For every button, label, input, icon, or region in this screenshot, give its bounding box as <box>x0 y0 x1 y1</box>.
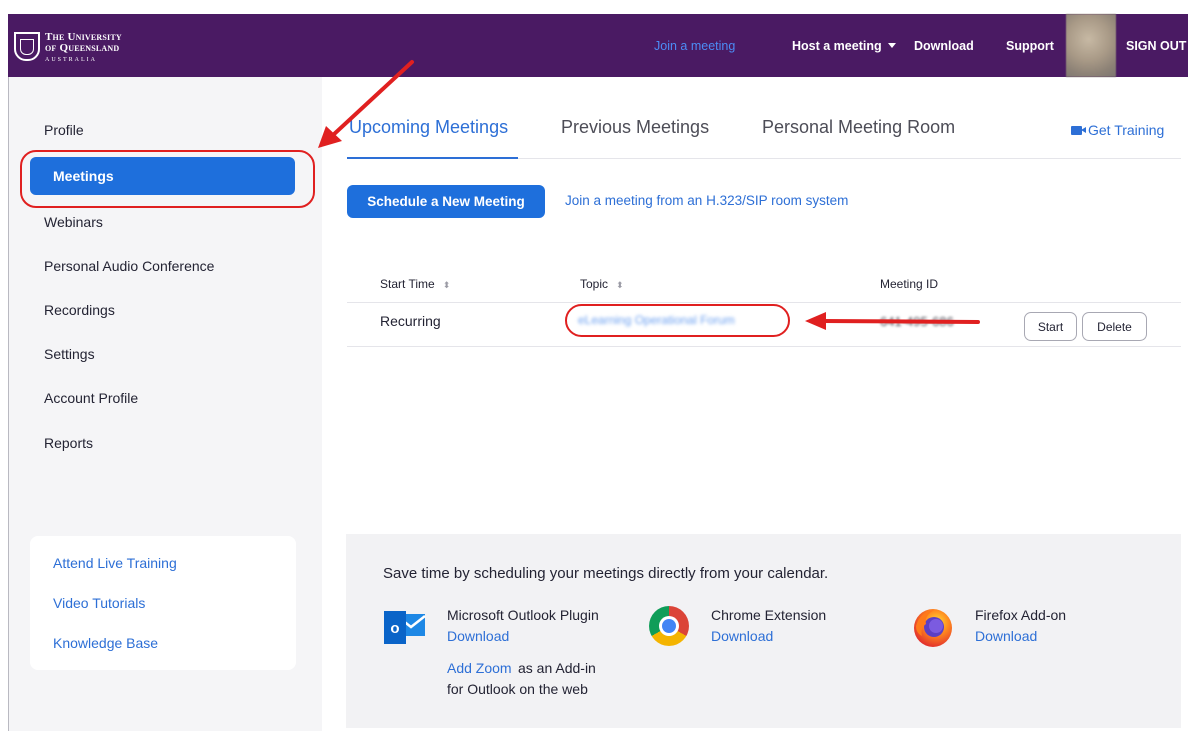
nav-download[interactable]: Download <box>914 14 974 77</box>
sidebar-item-recordings[interactable]: Recordings <box>44 302 115 318</box>
sort-icon: ⬍ <box>442 280 451 290</box>
outlook-icon: o <box>384 611 426 644</box>
chrome-icon <box>649 606 689 646</box>
banner-title: Save time by scheduling your meetings di… <box>383 565 829 582</box>
crest-icon <box>14 32 40 61</box>
sidebar-item-reports[interactable]: Reports <box>44 435 93 451</box>
top-bar: The University of Queensland AUSTRALIA J… <box>8 14 1188 77</box>
add-zoom-text: as an Add-in <box>518 660 596 676</box>
tab-upcoming-meetings[interactable]: Upcoming Meetings <box>349 117 508 138</box>
outlook-plugin-download-link[interactable]: Download <box>447 628 509 644</box>
schedule-new-meeting-button[interactable]: Schedule a New Meeting <box>347 185 545 218</box>
sidebar-border <box>8 77 9 731</box>
outlook-plugin-name: Microsoft Outlook Plugin <box>447 607 599 623</box>
sort-icon: ⬍ <box>616 280 624 290</box>
start-meeting-button[interactable]: Start <box>1024 312 1077 341</box>
sign-out-link[interactable]: SIGN OUT <box>1126 14 1186 77</box>
sidebar-item-webinars[interactable]: Webinars <box>44 214 103 230</box>
active-tab-indicator <box>347 157 518 159</box>
chrome-extension-download-link[interactable]: Download <box>711 628 773 644</box>
get-training-label: Get Training <box>1088 122 1165 138</box>
column-header-label: Start Time <box>380 277 435 291</box>
annotation-circle-meetings <box>20 150 315 208</box>
column-header-meeting-id: Meeting ID <box>880 277 939 291</box>
avatar[interactable] <box>1066 14 1116 77</box>
add-zoom-text-2: for Outlook on the web <box>447 681 588 697</box>
nav-host-meeting[interactable]: Host a meeting <box>792 14 896 77</box>
sidebar-item-account-profile[interactable]: Account Profile <box>44 390 138 406</box>
tab-previous-meetings[interactable]: Previous Meetings <box>561 117 709 138</box>
nav-host-label: Host a meeting <box>792 38 882 53</box>
video-tutorials-link[interactable]: Video Tutorials <box>53 595 145 611</box>
video-camera-icon <box>1071 125 1086 135</box>
sidebar-item-personal-audio-conference[interactable]: Personal Audio Conference <box>44 258 214 274</box>
sidebar-item-settings[interactable]: Settings <box>44 346 95 362</box>
annotation-circle-topic <box>565 304 790 337</box>
delete-meeting-button[interactable]: Delete <box>1082 312 1147 341</box>
meeting-start-time: Recurring <box>380 313 441 329</box>
svg-text:o: o <box>390 620 399 637</box>
join-sip-room-link[interactable]: Join a meeting from an H.323/SIP room sy… <box>565 193 848 208</box>
meeting-id: 641-495-686 <box>880 314 954 329</box>
column-header-topic[interactable]: Topic ⬍ <box>580 277 624 291</box>
logo-line-3: AUSTRALIA <box>45 57 97 63</box>
sidebar-item-profile[interactable]: Profile <box>44 122 84 138</box>
firefox-addon-name: Firefox Add-on <box>975 607 1067 623</box>
chrome-extension-name: Chrome Extension <box>711 607 827 623</box>
university-logo[interactable]: The University of Queensland AUSTRALIA <box>14 32 122 66</box>
caret-down-icon <box>887 43 896 48</box>
add-zoom-link[interactable]: Add Zoom <box>447 660 512 676</box>
column-header-start-time[interactable]: Start Time ⬍ <box>380 277 450 291</box>
column-header-label: Topic <box>580 277 609 291</box>
table-header-divider <box>347 302 1181 303</box>
logo-line-2: of Queensland <box>45 42 120 54</box>
attend-live-training-link[interactable]: Attend Live Training <box>53 555 177 571</box>
nav-support[interactable]: Support <box>1006 14 1054 77</box>
knowledge-base-link[interactable]: Knowledge Base <box>53 635 158 651</box>
get-training-link[interactable]: Get Training <box>1071 122 1164 138</box>
annotation-arrowhead-topic <box>805 312 826 330</box>
table-row-divider <box>347 346 1181 347</box>
firefox-addon-download-link[interactable]: Download <box>975 628 1037 644</box>
tab-personal-meeting-room[interactable]: Personal Meeting Room <box>762 117 955 138</box>
nav-join-meeting[interactable]: Join a meeting <box>654 14 735 77</box>
firefox-icon <box>914 609 952 647</box>
